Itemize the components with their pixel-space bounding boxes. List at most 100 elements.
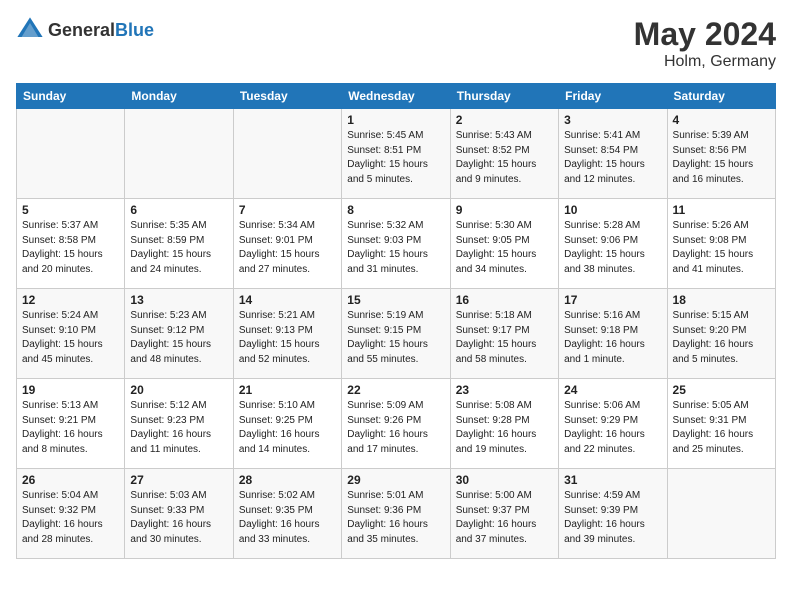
calendar-day-cell xyxy=(233,109,341,199)
day-detail: Sunrise: 5:26 AMSunset: 9:08 PMDaylight:… xyxy=(673,219,770,277)
calendar-day-cell: 21 Sunrise: 5:10 AMSunset: 9:25 PMDaylig… xyxy=(233,379,341,469)
day-detail: Sunrise: 5:02 AMSunset: 9:35 PMDaylight:… xyxy=(239,489,336,547)
calendar-location: Holm, Germany xyxy=(634,53,776,71)
calendar-day-cell: 8 Sunrise: 5:32 AMSunset: 9:03 PMDayligh… xyxy=(342,199,450,289)
day-number: 9 xyxy=(456,203,553,217)
calendar-day-cell: 29 Sunrise: 5:01 AMSunset: 9:36 PMDaylig… xyxy=(342,469,450,559)
calendar-day-cell xyxy=(125,109,233,199)
calendar-day-cell: 28 Sunrise: 5:02 AMSunset: 9:35 PMDaylig… xyxy=(233,469,341,559)
calendar-week-row: 12 Sunrise: 5:24 AMSunset: 9:10 PMDaylig… xyxy=(17,289,776,379)
day-number: 10 xyxy=(564,203,661,217)
day-detail: Sunrise: 5:08 AMSunset: 9:28 PMDaylight:… xyxy=(456,399,553,457)
day-detail: Sunrise: 4:59 AMSunset: 9:39 PMDaylight:… xyxy=(564,489,661,547)
weekday-header-sunday: Sunday xyxy=(17,84,125,109)
calendar-day-cell xyxy=(17,109,125,199)
day-detail: Sunrise: 5:41 AMSunset: 8:54 PMDaylight:… xyxy=(564,129,661,187)
logo: GeneralBlue xyxy=(16,16,154,44)
day-detail: Sunrise: 5:04 AMSunset: 9:32 PMDaylight:… xyxy=(22,489,119,547)
logo-blue: Blue xyxy=(115,20,154,40)
calendar-title: May 2024 xyxy=(634,16,776,53)
calendar-day-cell: 7 Sunrise: 5:34 AMSunset: 9:01 PMDayligh… xyxy=(233,199,341,289)
calendar-day-cell: 26 Sunrise: 5:04 AMSunset: 9:32 PMDaylig… xyxy=(17,469,125,559)
calendar-week-row: 5 Sunrise: 5:37 AMSunset: 8:58 PMDayligh… xyxy=(17,199,776,289)
day-detail: Sunrise: 5:13 AMSunset: 9:21 PMDaylight:… xyxy=(22,399,119,457)
day-number: 18 xyxy=(673,293,770,307)
day-detail: Sunrise: 5:18 AMSunset: 9:17 PMDaylight:… xyxy=(456,309,553,367)
day-number: 1 xyxy=(347,113,444,127)
day-detail: Sunrise: 5:39 AMSunset: 8:56 PMDaylight:… xyxy=(673,129,770,187)
calendar-day-cell: 25 Sunrise: 5:05 AMSunset: 9:31 PMDaylig… xyxy=(667,379,775,469)
day-detail: Sunrise: 5:10 AMSunset: 9:25 PMDaylight:… xyxy=(239,399,336,457)
calendar-day-cell: 11 Sunrise: 5:26 AMSunset: 9:08 PMDaylig… xyxy=(667,199,775,289)
calendar-week-row: 26 Sunrise: 5:04 AMSunset: 9:32 PMDaylig… xyxy=(17,469,776,559)
weekday-header-monday: Monday xyxy=(125,84,233,109)
day-number: 16 xyxy=(456,293,553,307)
day-number: 31 xyxy=(564,473,661,487)
calendar-day-cell: 9 Sunrise: 5:30 AMSunset: 9:05 PMDayligh… xyxy=(450,199,558,289)
logo-general: General xyxy=(48,20,115,40)
day-detail: Sunrise: 5:15 AMSunset: 9:20 PMDaylight:… xyxy=(673,309,770,367)
calendar-day-cell: 18 Sunrise: 5:15 AMSunset: 9:20 PMDaylig… xyxy=(667,289,775,379)
day-number: 24 xyxy=(564,383,661,397)
day-number: 5 xyxy=(22,203,119,217)
calendar-day-cell: 22 Sunrise: 5:09 AMSunset: 9:26 PMDaylig… xyxy=(342,379,450,469)
day-number: 6 xyxy=(130,203,227,217)
day-detail: Sunrise: 5:19 AMSunset: 9:15 PMDaylight:… xyxy=(347,309,444,367)
day-number: 13 xyxy=(130,293,227,307)
weekday-header-saturday: Saturday xyxy=(667,84,775,109)
day-number: 2 xyxy=(456,113,553,127)
title-block: May 2024 Holm, Germany xyxy=(634,16,776,71)
day-detail: Sunrise: 5:34 AMSunset: 9:01 PMDaylight:… xyxy=(239,219,336,277)
day-number: 17 xyxy=(564,293,661,307)
day-number: 23 xyxy=(456,383,553,397)
calendar-table: SundayMondayTuesdayWednesdayThursdayFrid… xyxy=(16,83,776,559)
logo-text: GeneralBlue xyxy=(48,20,154,41)
day-number: 22 xyxy=(347,383,444,397)
calendar-day-cell: 13 Sunrise: 5:23 AMSunset: 9:12 PMDaylig… xyxy=(125,289,233,379)
day-number: 19 xyxy=(22,383,119,397)
calendar-day-cell: 12 Sunrise: 5:24 AMSunset: 9:10 PMDaylig… xyxy=(17,289,125,379)
day-detail: Sunrise: 5:03 AMSunset: 9:33 PMDaylight:… xyxy=(130,489,227,547)
calendar-day-cell: 24 Sunrise: 5:06 AMSunset: 9:29 PMDaylig… xyxy=(559,379,667,469)
day-detail: Sunrise: 5:28 AMSunset: 9:06 PMDaylight:… xyxy=(564,219,661,277)
calendar-week-row: 1 Sunrise: 5:45 AMSunset: 8:51 PMDayligh… xyxy=(17,109,776,199)
day-number: 20 xyxy=(130,383,227,397)
calendar-day-cell: 10 Sunrise: 5:28 AMSunset: 9:06 PMDaylig… xyxy=(559,199,667,289)
weekday-header-friday: Friday xyxy=(559,84,667,109)
day-detail: Sunrise: 5:35 AMSunset: 8:59 PMDaylight:… xyxy=(130,219,227,277)
day-number: 29 xyxy=(347,473,444,487)
day-detail: Sunrise: 5:43 AMSunset: 8:52 PMDaylight:… xyxy=(456,129,553,187)
day-detail: Sunrise: 5:37 AMSunset: 8:58 PMDaylight:… xyxy=(22,219,119,277)
day-number: 28 xyxy=(239,473,336,487)
day-detail: Sunrise: 5:16 AMSunset: 9:18 PMDaylight:… xyxy=(564,309,661,367)
calendar-day-cell: 2 Sunrise: 5:43 AMSunset: 8:52 PMDayligh… xyxy=(450,109,558,199)
weekday-header-wednesday: Wednesday xyxy=(342,84,450,109)
day-detail: Sunrise: 5:21 AMSunset: 9:13 PMDaylight:… xyxy=(239,309,336,367)
day-number: 30 xyxy=(456,473,553,487)
calendar-day-cell: 16 Sunrise: 5:18 AMSunset: 9:17 PMDaylig… xyxy=(450,289,558,379)
day-number: 26 xyxy=(22,473,119,487)
day-detail: Sunrise: 5:23 AMSunset: 9:12 PMDaylight:… xyxy=(130,309,227,367)
calendar-week-row: 19 Sunrise: 5:13 AMSunset: 9:21 PMDaylig… xyxy=(17,379,776,469)
day-number: 27 xyxy=(130,473,227,487)
day-detail: Sunrise: 5:32 AMSunset: 9:03 PMDaylight:… xyxy=(347,219,444,277)
day-detail: Sunrise: 5:09 AMSunset: 9:26 PMDaylight:… xyxy=(347,399,444,457)
calendar-day-cell: 15 Sunrise: 5:19 AMSunset: 9:15 PMDaylig… xyxy=(342,289,450,379)
day-number: 21 xyxy=(239,383,336,397)
day-number: 12 xyxy=(22,293,119,307)
logo-icon xyxy=(16,16,44,44)
day-detail: Sunrise: 5:05 AMSunset: 9:31 PMDaylight:… xyxy=(673,399,770,457)
day-detail: Sunrise: 5:30 AMSunset: 9:05 PMDaylight:… xyxy=(456,219,553,277)
day-number: 7 xyxy=(239,203,336,217)
calendar-day-cell: 6 Sunrise: 5:35 AMSunset: 8:59 PMDayligh… xyxy=(125,199,233,289)
calendar-day-cell: 3 Sunrise: 5:41 AMSunset: 8:54 PMDayligh… xyxy=(559,109,667,199)
day-number: 8 xyxy=(347,203,444,217)
calendar-day-cell: 14 Sunrise: 5:21 AMSunset: 9:13 PMDaylig… xyxy=(233,289,341,379)
day-number: 15 xyxy=(347,293,444,307)
page-header: GeneralBlue May 2024 Holm, Germany xyxy=(16,16,776,71)
calendar-day-cell: 20 Sunrise: 5:12 AMSunset: 9:23 PMDaylig… xyxy=(125,379,233,469)
day-number: 25 xyxy=(673,383,770,397)
weekday-header-thursday: Thursday xyxy=(450,84,558,109)
day-detail: Sunrise: 5:45 AMSunset: 8:51 PMDaylight:… xyxy=(347,129,444,187)
calendar-day-cell: 19 Sunrise: 5:13 AMSunset: 9:21 PMDaylig… xyxy=(17,379,125,469)
